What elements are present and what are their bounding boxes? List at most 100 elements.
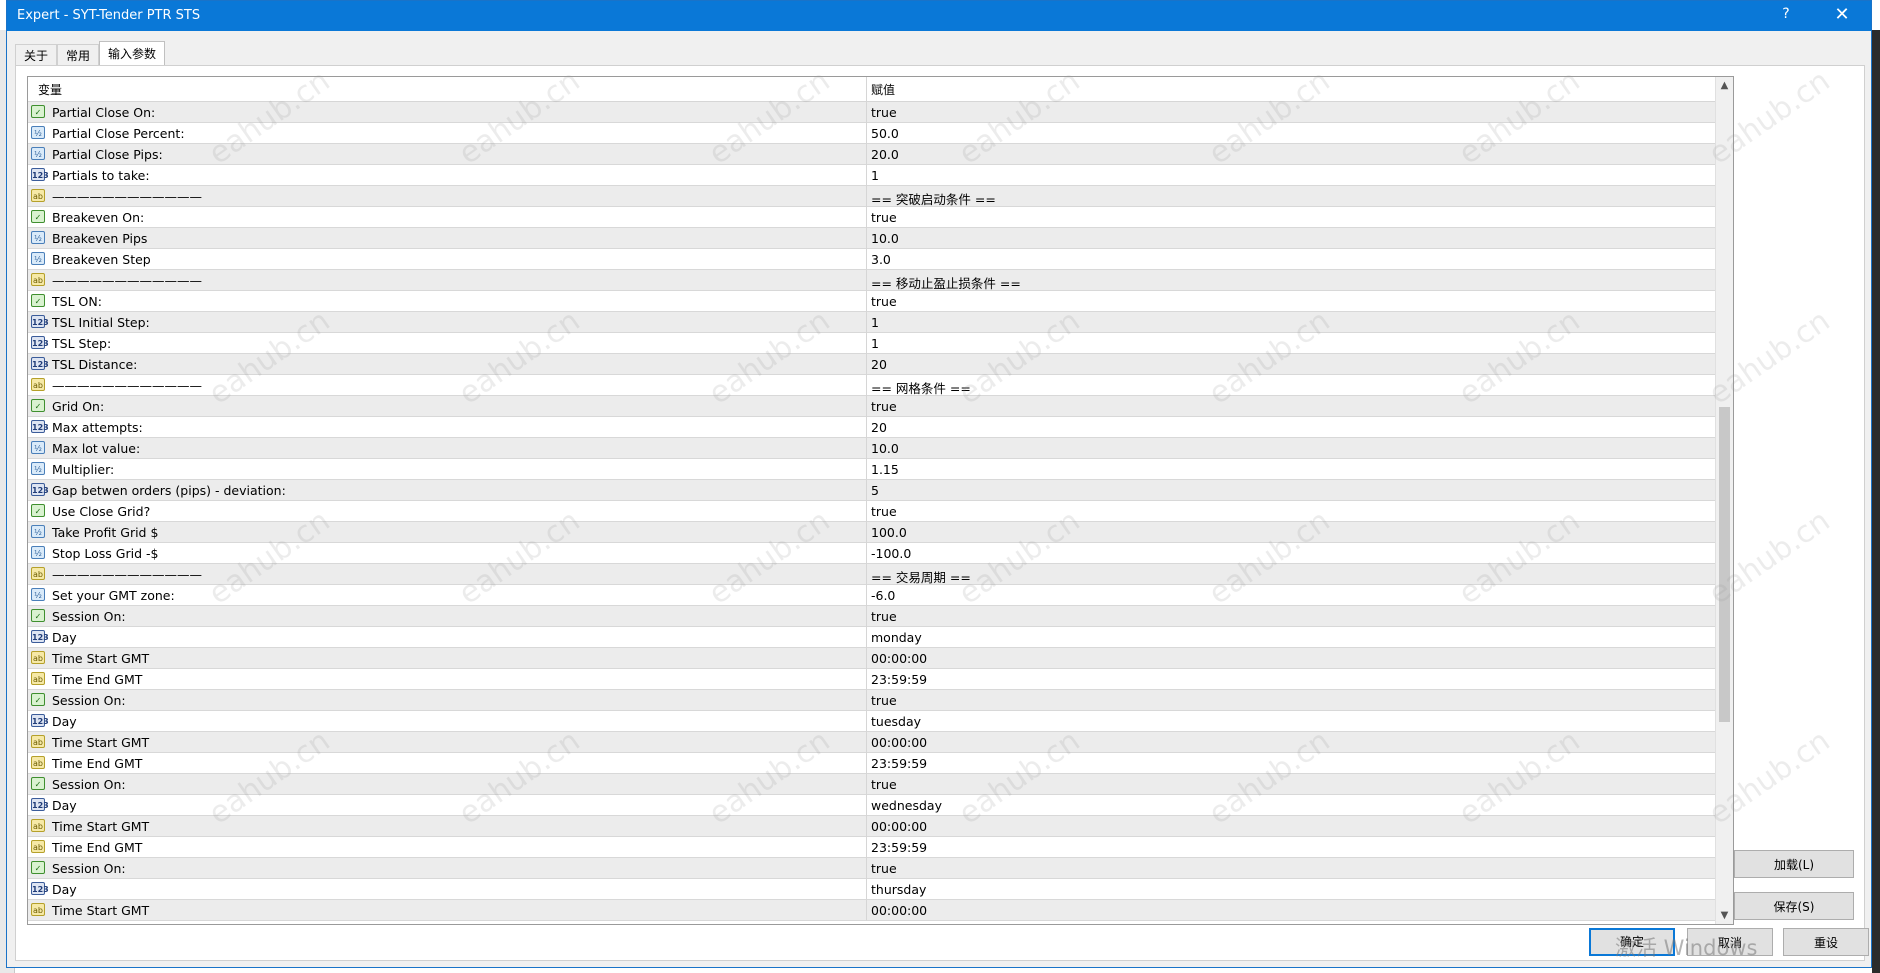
parameter-row[interactable]: ab Time End GMT 23:59:59 xyxy=(28,669,1715,690)
parameter-row[interactable]: 123 Day monday xyxy=(28,627,1715,648)
parameter-value[interactable]: 1 xyxy=(871,168,879,183)
parameter-row[interactable]: ab ———————————— == 交易周期 == xyxy=(28,564,1715,585)
parameter-value[interactable]: true xyxy=(871,504,897,519)
help-button[interactable]: ? xyxy=(1771,6,1801,26)
parameter-value[interactable]: -100.0 xyxy=(871,546,911,561)
parameter-value[interactable]: 00:00:00 xyxy=(871,651,927,666)
parameter-row[interactable]: ½ Set your GMT zone: -6.0 xyxy=(28,585,1715,606)
parameter-row[interactable]: ✓ Session On: true xyxy=(28,858,1715,879)
parameter-value[interactable]: 00:00:00 xyxy=(871,819,927,834)
parameter-value[interactable]: true xyxy=(871,693,897,708)
parameter-row[interactable]: ✓ Grid On: true xyxy=(28,396,1715,417)
parameter-row[interactable]: ab Time Start GMT 00:00:00 xyxy=(28,816,1715,837)
parameter-value[interactable]: true xyxy=(871,294,897,309)
parameter-row[interactable]: ✓ Breakeven On: true xyxy=(28,207,1715,228)
parameter-row[interactable]: ✓ Use Close Grid? true xyxy=(28,501,1715,522)
parameter-row[interactable]: ✓ Session On: true xyxy=(28,774,1715,795)
scroll-thumb[interactable] xyxy=(1719,407,1730,722)
parameter-row[interactable]: 123 Partials to take: 1 xyxy=(28,165,1715,186)
parameter-value[interactable]: == 交易周期 == xyxy=(871,567,971,586)
reset-button[interactable]: 重设 xyxy=(1783,928,1869,956)
parameter-value[interactable]: wednesday xyxy=(871,798,942,813)
column-divider[interactable] xyxy=(866,77,867,101)
parameter-row[interactable]: 123 Gap betwen orders (pips) - deviation:… xyxy=(28,480,1715,501)
parameter-row[interactable]: ab Time End GMT 23:59:59 xyxy=(28,837,1715,858)
parameter-row[interactable]: 123 TSL Step: 1 xyxy=(28,333,1715,354)
cell-divider xyxy=(866,144,867,165)
parameter-value[interactable]: 5 xyxy=(871,483,879,498)
parameter-value[interactable]: == 突破启动条件 == xyxy=(871,189,996,208)
parameter-value[interactable]: true xyxy=(871,210,897,225)
save-button[interactable]: 保存(S) xyxy=(1734,892,1854,920)
tab-about[interactable]: 关于 xyxy=(15,44,58,67)
parameter-value[interactable]: 20 xyxy=(871,420,887,435)
parameter-value[interactable]: 10.0 xyxy=(871,231,899,246)
parameter-value[interactable]: true xyxy=(871,105,897,120)
parameter-value[interactable]: 20.0 xyxy=(871,147,899,162)
parameter-value[interactable]: 3.0 xyxy=(871,252,891,267)
int-type-icon: 123 xyxy=(31,315,49,328)
load-button[interactable]: 加载(L) xyxy=(1734,850,1854,878)
parameter-row[interactable]: ✓ Session On: true xyxy=(28,606,1715,627)
parameter-value[interactable]: true xyxy=(871,609,897,624)
parameter-value[interactable]: 50.0 xyxy=(871,126,899,141)
parameter-row[interactable]: ab ———————————— == 移动止盈止损条件 == xyxy=(28,270,1715,291)
parameter-value[interactable]: 100.0 xyxy=(871,525,907,540)
parameter-value[interactable]: 23:59:59 xyxy=(871,672,927,687)
parameter-row[interactable]: 123 Max attempts: 20 xyxy=(28,417,1715,438)
parameter-value[interactable]: thursday xyxy=(871,882,926,897)
parameter-row[interactable]: ab ———————————— == 网格条件 == xyxy=(28,375,1715,396)
parameter-value[interactable]: 10.0 xyxy=(871,441,899,456)
parameter-row[interactable]: ✓ Partial Close On: true xyxy=(28,102,1715,123)
column-header-value[interactable]: 赋值 xyxy=(871,81,895,98)
parameter-value[interactable]: 00:00:00 xyxy=(871,735,927,750)
cell-divider xyxy=(866,753,867,774)
parameter-row[interactable]: ab Time Start GMT 00:00:00 xyxy=(28,900,1715,921)
tab-common[interactable]: 常用 xyxy=(57,44,100,67)
parameter-row[interactable]: ½ Partial Close Percent: 50.0 xyxy=(28,123,1715,144)
parameter-row[interactable]: ½ Partial Close Pips: 20.0 xyxy=(28,144,1715,165)
parameter-row[interactable]: 123 TSL Distance: 20 xyxy=(28,354,1715,375)
parameter-row[interactable]: ½ Max lot value: 10.0 xyxy=(28,438,1715,459)
scroll-up-arrow-icon[interactable]: ▲ xyxy=(1716,77,1733,94)
parameter-value[interactable]: true xyxy=(871,777,897,792)
parameter-row[interactable]: ✓ Session On: true xyxy=(28,690,1715,711)
parameter-name: Gap betwen orders (pips) - deviation: xyxy=(52,483,286,498)
title-bar[interactable]: Expert - SYT-Tender PTR STS ? ✕ xyxy=(7,1,1871,31)
parameter-row[interactable]: 123 Day thursday xyxy=(28,879,1715,900)
tab-inputs[interactable]: 输入参数 xyxy=(99,41,166,67)
parameter-value[interactable]: tuesday xyxy=(871,714,921,729)
parameter-value[interactable]: -6.0 xyxy=(871,588,895,603)
parameter-row[interactable]: ab Time End GMT 23:59:59 xyxy=(28,753,1715,774)
parameter-row[interactable]: ½ Stop Loss Grid -$ -100.0 xyxy=(28,543,1715,564)
parameter-value[interactable]: 23:59:59 xyxy=(871,840,927,855)
parameter-name: Session On: xyxy=(52,861,126,876)
parameter-value[interactable]: == 移动止盈止损条件 == xyxy=(871,273,1021,292)
column-header-variable[interactable]: 变量 xyxy=(38,81,62,98)
parameter-row[interactable]: 123 Day tuesday xyxy=(28,711,1715,732)
parameter-value[interactable]: 00:00:00 xyxy=(871,903,927,918)
parameter-value[interactable]: 1.15 xyxy=(871,462,899,477)
parameter-value[interactable]: 1 xyxy=(871,315,879,330)
bool-type-icon: ✓ xyxy=(31,609,45,622)
vertical-scrollbar[interactable]: ▲ ▼ xyxy=(1715,77,1733,924)
parameter-row[interactable]: ½ Take Profit Grid $ 100.0 xyxy=(28,522,1715,543)
parameter-value[interactable]: == 网格条件 == xyxy=(871,378,971,397)
parameter-value[interactable]: 1 xyxy=(871,336,879,351)
parameter-value[interactable]: 23:59:59 xyxy=(871,756,927,771)
parameter-row[interactable]: ½ Breakeven Pips 10.0 xyxy=(28,228,1715,249)
parameter-value[interactable]: 20 xyxy=(871,357,887,372)
parameter-value[interactable]: true xyxy=(871,399,897,414)
parameter-row[interactable]: 123 TSL Initial Step: 1 xyxy=(28,312,1715,333)
parameter-row[interactable]: 123 Day wednesday xyxy=(28,795,1715,816)
parameter-row[interactable]: ab Time Start GMT 00:00:00 xyxy=(28,732,1715,753)
parameter-row[interactable]: ab ———————————— == 突破启动条件 == xyxy=(28,186,1715,207)
parameter-row[interactable]: ✓ TSL ON: true xyxy=(28,291,1715,312)
close-button[interactable]: ✕ xyxy=(1825,4,1859,28)
parameter-row[interactable]: ½ Multiplier: 1.15 xyxy=(28,459,1715,480)
parameter-value[interactable]: monday xyxy=(871,630,922,645)
parameter-value[interactable]: true xyxy=(871,861,897,876)
scroll-down-arrow-icon[interactable]: ▼ xyxy=(1716,907,1733,924)
parameter-row[interactable]: ½ Breakeven Step 3.0 xyxy=(28,249,1715,270)
parameter-row[interactable]: ab Time Start GMT 00:00:00 xyxy=(28,648,1715,669)
